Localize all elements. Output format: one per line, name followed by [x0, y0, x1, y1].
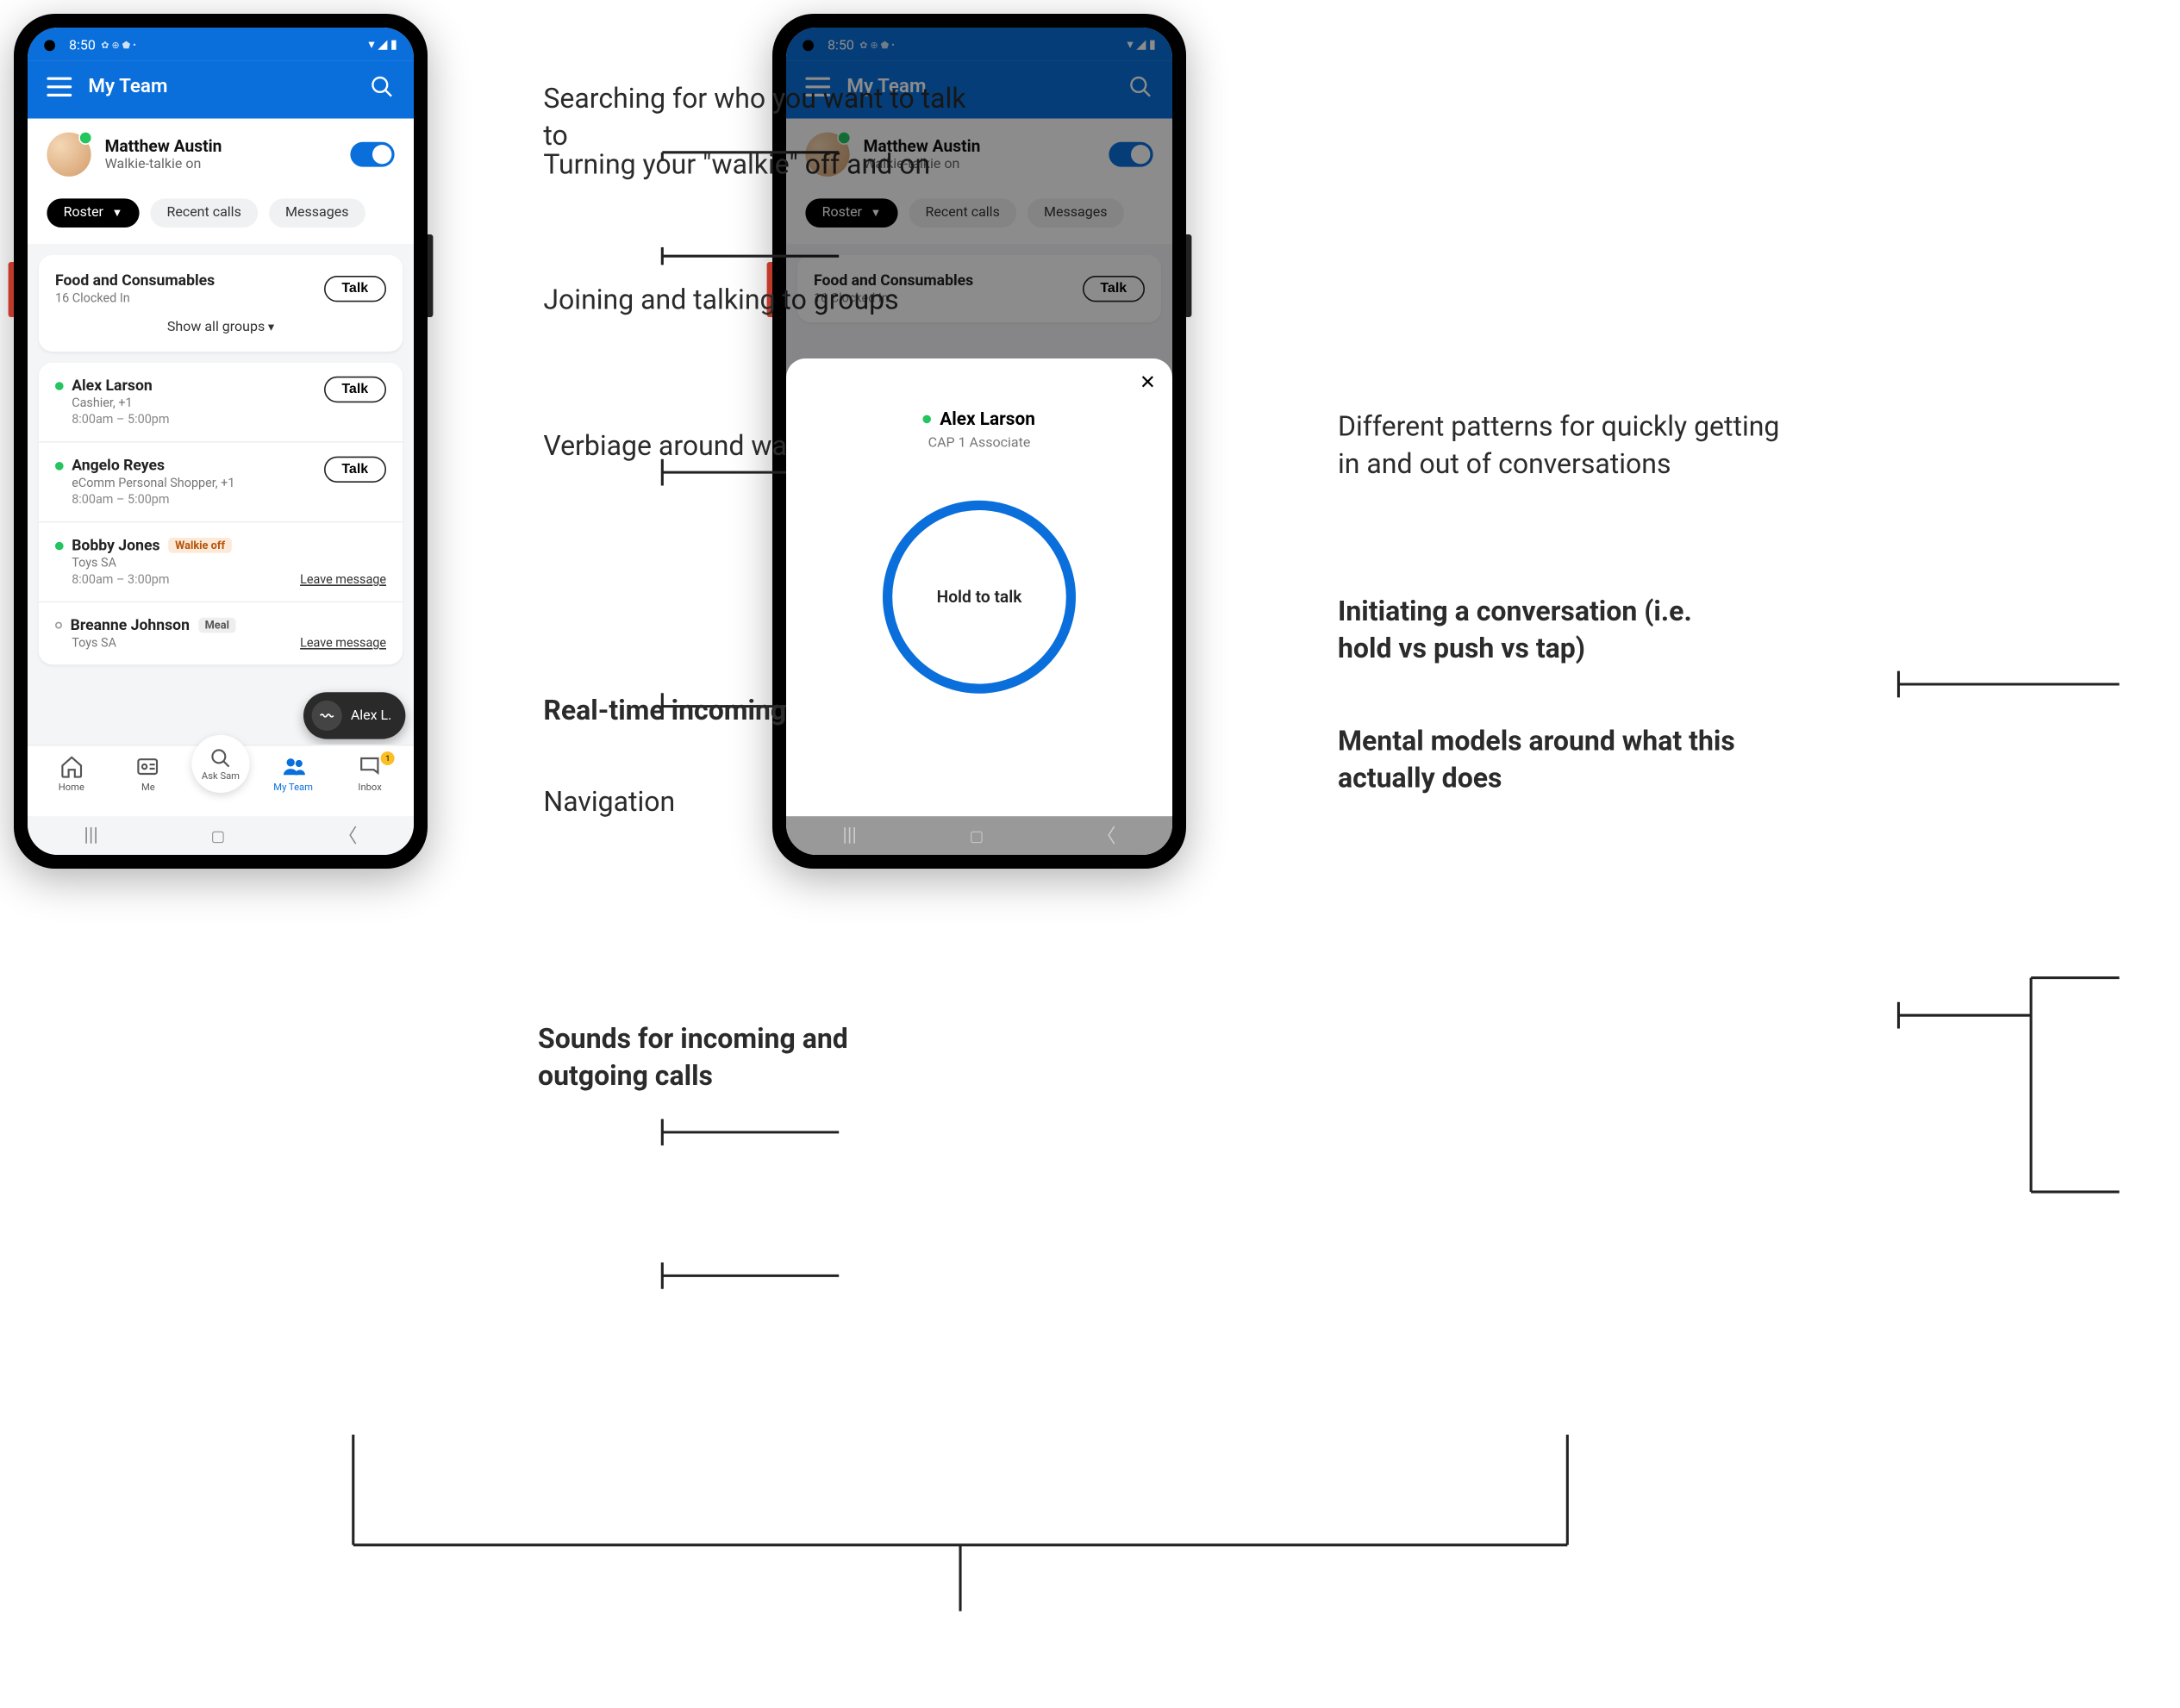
person-row[interactable]: Breanne Johnson Meal Toys SA Leave messa… — [39, 602, 403, 664]
back-key-icon[interactable]: 〈 — [1096, 822, 1115, 850]
annotation-patterns: Different patterns for quickly getting i… — [1338, 408, 1793, 483]
nav-ask-label: Ask Sam — [202, 770, 240, 782]
show-all-groups-button[interactable]: Show all groups — [55, 320, 386, 335]
annotation-initiating: Initiating a conversation (i.e. hold vs … — [1338, 593, 1752, 667]
screen-left: 8:50 ✿ ⊕ ⬟ • ▾ ◢ ▮ My Team Matthew Austi… — [28, 28, 414, 855]
camera-hole-icon — [44, 40, 55, 51]
person-name: Breanne Johnson — [71, 616, 190, 634]
nav-me-label: Me — [141, 782, 155, 793]
presence-dot-icon — [55, 622, 62, 629]
inbox-icon — [358, 754, 383, 779]
presence-dot-icon — [55, 541, 64, 550]
group-talk-button[interactable]: Talk — [324, 276, 386, 302]
presence-dot-icon — [923, 415, 932, 424]
inbox-badge: 1 — [381, 751, 395, 765]
status-time: 8:50 — [69, 38, 96, 53]
recents-key-icon[interactable]: ||| — [842, 825, 856, 847]
person-talk-button[interactable]: Talk — [324, 457, 386, 483]
pill-roster-label: Roster — [64, 205, 103, 221]
hold-to-talk-button[interactable]: Hold to talk — [883, 500, 1076, 693]
person-talk-button[interactable]: Talk — [324, 377, 386, 402]
back-key-icon[interactable]: 〈 — [338, 822, 357, 850]
nav-my-team[interactable]: My Team — [260, 754, 327, 793]
person-role: Toys SA — [72, 637, 236, 651]
bottom-nav: Home Me Ask Sam My Team 1 Inbox — [28, 745, 414, 816]
sound-wave-icon — [312, 701, 342, 731]
home-key-icon[interactable]: ▢ — [970, 826, 984, 845]
nav-home-label: Home — [59, 782, 84, 793]
phone-left: 8:50 ✿ ⊕ ⬟ • ▾ ◢ ▮ My Team Matthew Austi… — [14, 14, 428, 869]
user-subtitle: Walkie-talkie on — [105, 157, 337, 172]
walkie-toggle[interactable] — [350, 142, 394, 167]
content-area: Food and Consumables 16 Clocked In Talk … — [28, 244, 414, 745]
annotation-sounds: Sounds for incoming and outgoing calls — [538, 1020, 896, 1094]
incoming-caller-name: Alex L. — [351, 708, 392, 724]
android-soft-keys[interactable]: ||| ▢ 〈 — [786, 816, 1172, 855]
home-key-icon[interactable]: ▢ — [211, 826, 226, 845]
hold-to-talk-label: Hold to talk — [937, 587, 1022, 606]
status-badge: Walkie off — [168, 538, 232, 553]
nav-ask-sam[interactable]: Ask Sam — [191, 735, 249, 793]
group-card: Food and Consumables 16 Clocked In Talk … — [39, 255, 403, 352]
person-name: Alex Larson — [72, 377, 153, 395]
person-role: eComm Personal Shopper, +1 — [72, 477, 234, 491]
search-icon — [209, 746, 232, 769]
filter-pills: Roster ▼ Recent calls Messages — [28, 190, 414, 244]
search-icon[interactable] — [370, 74, 395, 99]
incoming-call-pill[interactable]: Alex L. — [303, 692, 405, 739]
person-role: Toys SA — [72, 557, 232, 570]
presence-dot-icon — [55, 381, 64, 390]
screen-right: 8:50 ✿ ⊕ ⬟ • ▾ ◢ ▮ My Team Matthew Austi… — [786, 28, 1172, 855]
leave-message-link[interactable]: Leave message — [300, 637, 386, 651]
nav-inbox-label: Inbox — [358, 782, 381, 793]
phone-right: 8:50 ✿ ⊕ ⬟ • ▾ ◢ ▮ My Team Matthew Austi… — [772, 14, 1186, 869]
status-badge: Meal — [198, 618, 236, 633]
leave-message-link[interactable]: Leave message — [300, 574, 386, 588]
annotation-mental-models: Mental models around what this actually … — [1338, 722, 1752, 796]
talk-sheet: ✕ Alex Larson CAP 1 Associate Hold to ta… — [786, 358, 1172, 855]
team-icon — [281, 754, 306, 779]
menu-icon[interactable] — [47, 78, 72, 97]
pill-roster[interactable]: Roster ▼ — [47, 198, 139, 228]
avatar[interactable] — [47, 133, 91, 177]
status-bar: 8:50 ✿ ⊕ ⬟ • ▾ ◢ ▮ — [28, 28, 414, 60]
person-row[interactable]: Bobby Jones Walkie off Toys SA 8:00am – … — [39, 522, 403, 602]
chevron-down-icon: ▼ — [112, 207, 123, 219]
status-indicators: ✿ ⊕ ⬟ • — [101, 40, 136, 51]
person-time: 8:00am – 3:00pm — [72, 574, 232, 588]
group-title: Food and Consumables — [55, 271, 215, 290]
person-name: Bobby Jones — [72, 536, 159, 554]
sheet-person-role: CAP 1 Associate — [805, 435, 1152, 451]
home-icon — [59, 754, 84, 779]
status-right-icons: ▾ ◢ ▮ — [368, 39, 397, 53]
page-title: My Team — [88, 76, 353, 98]
nav-inbox[interactable]: 1 Inbox — [337, 754, 403, 793]
person-name: Angelo Reyes — [72, 457, 165, 475]
annotation-navigation: Navigation — [543, 783, 675, 820]
close-icon[interactable]: ✕ — [1140, 372, 1156, 395]
nav-team-label: My Team — [273, 782, 313, 793]
group-sub: 16 Clocked In — [55, 292, 215, 306]
recents-key-icon[interactable]: ||| — [84, 825, 97, 847]
pill-recent-calls[interactable]: Recent calls — [150, 198, 258, 228]
sheet-person-name: Alex Larson — [940, 408, 1035, 429]
presence-dot-icon — [55, 461, 64, 470]
person-time: 8:00am – 5:00pm — [72, 494, 234, 508]
nav-me[interactable]: Me — [115, 754, 181, 793]
user-name: Matthew Austin — [105, 136, 337, 155]
person-time: 8:00am – 5:00pm — [72, 414, 169, 427]
pill-messages[interactable]: Messages — [269, 198, 365, 228]
roster-card: Alex Larson Cashier, +1 8:00am – 5:00pm … — [39, 363, 403, 664]
app-bar: My Team — [28, 60, 414, 118]
badge-icon — [135, 754, 160, 779]
person-row[interactable]: Alex Larson Cashier, +1 8:00am – 5:00pm … — [39, 363, 403, 443]
android-soft-keys[interactable]: ||| ▢ 〈 — [28, 816, 414, 855]
person-row[interactable]: Angelo Reyes eComm Personal Shopper, +1 … — [39, 443, 403, 523]
person-role: Cashier, +1 — [72, 397, 169, 411]
nav-home[interactable]: Home — [38, 754, 104, 793]
user-header: Matthew Austin Walkie-talkie on — [28, 119, 414, 190]
